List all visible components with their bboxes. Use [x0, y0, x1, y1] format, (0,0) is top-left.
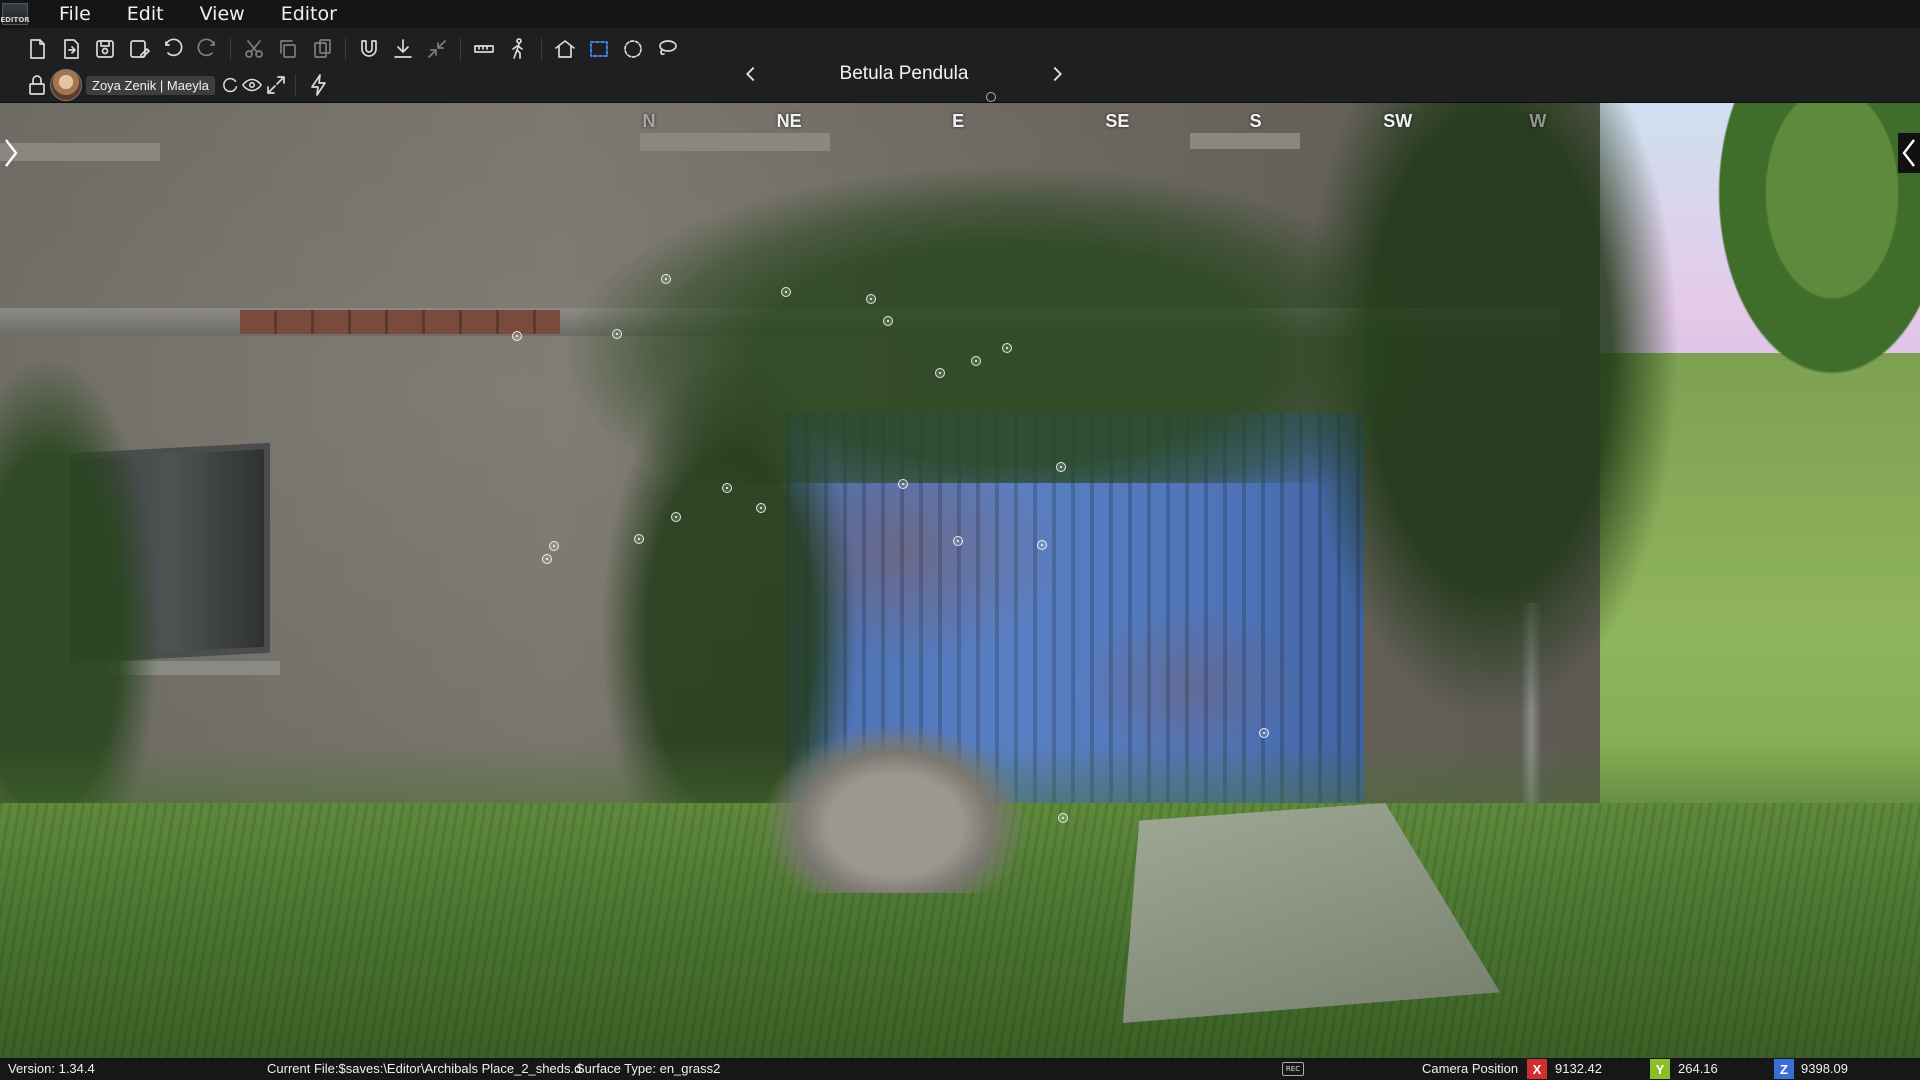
avatar[interactable]: [50, 69, 82, 101]
sync-icon[interactable]: [219, 70, 241, 100]
status-bar: Version: 1.34.4 Current File:$saves:\Edi…: [0, 1058, 1920, 1080]
entity-marker[interactable]: [671, 512, 681, 522]
walk-mode-icon[interactable]: [501, 34, 535, 64]
collapse-icon[interactable]: [420, 34, 454, 64]
entity-marker[interactable]: [549, 541, 559, 551]
next-entity-button[interactable]: [1042, 59, 1072, 89]
paste-icon[interactable]: [305, 34, 339, 64]
entity-marker[interactable]: [661, 274, 671, 284]
entity-marker[interactable]: [1002, 343, 1012, 353]
toolbar-separator: [345, 38, 346, 60]
camera-position-label: Camera Position: [1422, 1061, 1519, 1076]
version-text: Version: 1.34.4: [8, 1061, 95, 1076]
entity-marker[interactable]: [781, 287, 791, 297]
copy-icon[interactable]: [271, 34, 305, 64]
compass-label-s: S: [1249, 111, 1262, 131]
user-tag: Zoya Zenik | Maeyla: [86, 75, 215, 95]
expand-icon[interactable]: [263, 70, 289, 100]
current-file-text: Current File:$saves:\Editor\Archibals Pl…: [267, 1061, 582, 1076]
left-panel-toggle[interactable]: [0, 133, 22, 173]
entity-marker[interactable]: [756, 503, 766, 513]
entity-marker[interactable]: [1056, 462, 1066, 472]
toolbar-row-secondary: Zoya Zenik | Maeyla: [20, 68, 336, 102]
new-file-icon[interactable]: [20, 34, 54, 64]
entity-marker[interactable]: [866, 294, 876, 304]
background-tree: [1700, 103, 1920, 403]
entity-marker[interactable]: [1259, 728, 1269, 738]
cut-icon[interactable]: [237, 34, 271, 64]
entity-marker[interactable]: [1058, 813, 1068, 823]
entity-marker[interactable]: [953, 536, 963, 546]
home-icon[interactable]: [548, 34, 582, 64]
toolbar: Betula Pendula Zoya Zenik | Maeyla: [0, 28, 1920, 103]
save-icon[interactable]: [88, 34, 122, 64]
menu-edit[interactable]: Edit: [110, 0, 183, 28]
camera-record-icon[interactable]: REC: [1282, 1062, 1304, 1076]
toolbar-separator: [541, 38, 542, 60]
toolbar-separator: [294, 74, 296, 96]
x-axis-badge: X: [1527, 1059, 1547, 1079]
magnet-snap-icon[interactable]: [352, 34, 386, 64]
undo-icon[interactable]: [156, 34, 190, 64]
compass-label-ne: NE: [776, 111, 802, 131]
lasso-select-icon[interactable]: [650, 34, 684, 64]
compass-strip: N NE E SE S SW W: [0, 103, 1920, 137]
toolbar-separator: [230, 38, 231, 60]
menu-view[interactable]: View: [183, 0, 264, 28]
y-axis-badge: Y: [1650, 1059, 1670, 1079]
camera-y-value: 264.16: [1678, 1061, 1718, 1076]
entity-navigator: Betula Pendula: [736, 58, 1072, 90]
drop-to-ground-icon[interactable]: [386, 34, 420, 64]
lightning-icon[interactable]: [302, 70, 336, 100]
compass-label-e: E: [952, 111, 965, 131]
chevron-left-icon: [746, 66, 755, 82]
open-file-icon[interactable]: [54, 34, 88, 64]
entity-marker[interactable]: [634, 534, 644, 544]
exposed-bricks: [240, 310, 560, 334]
rectangle-select-icon[interactable]: [582, 34, 616, 64]
entity-marker[interactable]: [512, 331, 522, 341]
save-as-icon[interactable]: [122, 34, 156, 64]
compass-label-se: SE: [1105, 111, 1130, 131]
entity-marker[interactable]: [722, 483, 732, 493]
3d-viewport[interactable]: N NE E SE S SW W: [0, 103, 1920, 1058]
toolbar-row-primary: [20, 32, 684, 66]
surface-type-text: Surface Type: en_grass2: [576, 1061, 721, 1076]
circle-select-icon[interactable]: [616, 34, 650, 64]
camera-z-value: 9398.09: [1801, 1061, 1848, 1076]
entity-marker[interactable]: [935, 368, 945, 378]
chevron-right-icon: [5, 139, 18, 167]
lock-icon[interactable]: [20, 70, 54, 100]
app-logo: EDITOR: [0, 3, 30, 25]
redo-icon[interactable]: [190, 34, 224, 64]
menu-editor[interactable]: Editor: [264, 0, 356, 28]
camera-x-value: 9132.42: [1555, 1061, 1602, 1076]
right-panel-toggle[interactable]: [1898, 133, 1920, 173]
entity-marker[interactable]: [1037, 540, 1047, 550]
entity-marker[interactable]: [542, 554, 552, 564]
measure-icon[interactable]: [467, 34, 501, 64]
visibility-icon[interactable]: [241, 70, 263, 100]
window-ledge: [0, 143, 160, 161]
compass-label-sw: SW: [1383, 111, 1413, 131]
compass-label-n: N: [642, 111, 656, 131]
toolbar-separator: [460, 38, 461, 60]
chevron-left-icon: [1902, 139, 1915, 167]
compass-label-w: W: [1529, 111, 1547, 131]
entity-marker[interactable]: [898, 479, 908, 489]
entity-marker[interactable]: [971, 356, 981, 366]
menu-bar: EDITOR File Edit View Editor: [0, 0, 1920, 28]
z-axis-badge: Z: [1774, 1059, 1794, 1079]
chevron-right-icon: [1053, 66, 1062, 82]
entity-marker[interactable]: [883, 316, 893, 326]
entity-marker[interactable]: [612, 329, 622, 339]
entity-pin-icon[interactable]: [986, 92, 996, 102]
prev-entity-button[interactable]: [736, 59, 766, 89]
menu-file[interactable]: File: [42, 0, 110, 28]
entity-name: Betula Pendula: [839, 63, 969, 84]
rubble-pile: [760, 723, 1030, 893]
